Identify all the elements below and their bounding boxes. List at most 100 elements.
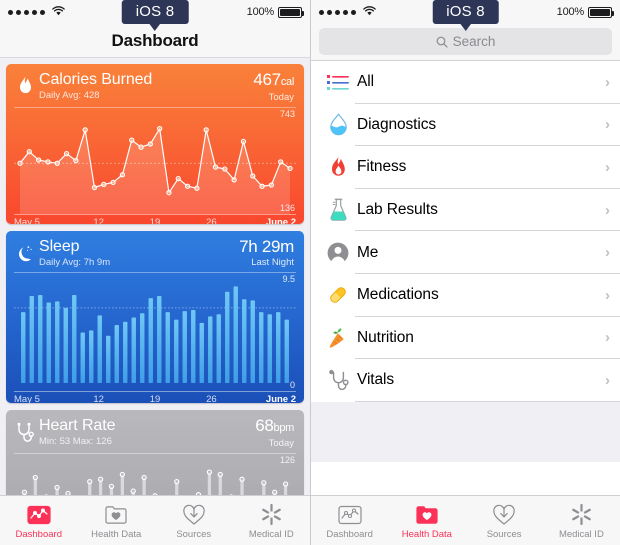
card-subtitle: Daily Avg: 428 <box>39 90 100 101</box>
flame-icon <box>14 71 36 101</box>
list-item[interactable]: Vitals › <box>311 359 620 402</box>
card-title: Sleep <box>39 238 80 255</box>
list-bullets-icon <box>323 73 353 91</box>
battery-area: 100% <box>557 6 614 18</box>
download-heart-icon <box>466 502 543 528</box>
folder-heart-icon <box>78 502 156 528</box>
tab-label: Health Data <box>91 528 142 540</box>
dashboard-screen: 100% iOS 8 Dashboard Calories Burned Dai… <box>0 0 310 545</box>
signal-dot <box>327 9 332 15</box>
tab-label: Dashboard <box>326 528 373 540</box>
calories-line-svg <box>14 125 296 214</box>
card-header: Sleep Daily Avg: 7h 9m 7h 29m Last Night <box>6 231 304 269</box>
battery-full-icon <box>278 6 304 18</box>
stethoscope-icon <box>14 417 36 447</box>
signal-dot <box>8 9 13 15</box>
list-item[interactable]: Medications › <box>311 274 620 317</box>
list-item-label: Diagnostics <box>357 115 437 133</box>
list-item-label: Me <box>357 243 379 261</box>
heart-chart: 126 <box>6 454 304 495</box>
list-item-label: Lab Results <box>357 201 438 219</box>
chart-max-label: 743 <box>279 109 295 119</box>
card-title-group: Calories Burned Daily Avg: 428 <box>39 71 253 102</box>
flask-icon <box>323 198 353 222</box>
card-value: 68 <box>255 416 274 435</box>
axis-tick: May 5 <box>14 394 40 403</box>
tab-medical-id[interactable]: Medical ID <box>233 502 311 540</box>
axis-tick: 26 <box>206 217 217 224</box>
tab-label: Medical ID <box>248 528 294 540</box>
list-item[interactable]: All › <box>311 61 620 104</box>
list-item[interactable]: Lab Results › <box>311 189 620 232</box>
axis-tick: 19 <box>149 394 161 403</box>
chevron-right-icon: › <box>605 371 610 389</box>
signal-dot <box>351 9 356 15</box>
card-calories-burned[interactable]: Calories Burned Daily Avg: 428 467cal To… <box>6 64 304 224</box>
sleep-axis-labels: May 5 12 19 26 June 2 <box>6 392 304 403</box>
list-item[interactable]: Fitness › <box>311 146 620 189</box>
signal-dot <box>16 9 21 15</box>
axis-tick: 26 <box>206 394 217 403</box>
tab-sources[interactable]: Sources <box>155 502 233 540</box>
list-item-label: Vitals <box>357 371 395 389</box>
list-item[interactable]: Diagnostics › <box>311 104 620 147</box>
card-timeframe: Today <box>268 438 294 449</box>
tab-label: Sources <box>486 528 522 540</box>
pill-icon <box>323 284 353 306</box>
tab-bar: Dashboard Health Data Sources Medical ID <box>0 495 310 545</box>
tab-dashboard[interactable]: Dashboard <box>311 502 388 540</box>
list-item-label: Nutrition <box>357 328 414 346</box>
flame-icon <box>323 156 353 179</box>
axis-tick: 12 <box>93 217 104 224</box>
axis-tick: June 2 <box>265 394 297 403</box>
axis-tick: 12 <box>93 394 104 403</box>
axis-tick: May 5 <box>14 217 40 224</box>
search-placeholder: Search <box>452 34 496 49</box>
sleep-chart: 9.5 0 <box>6 273 304 391</box>
signal-dot <box>335 9 340 15</box>
ios8-badge: iOS 8 <box>121 0 189 31</box>
signal-dot <box>32 9 37 15</box>
moon-icon <box>14 238 36 268</box>
chevron-right-icon: › <box>605 244 610 262</box>
list-item-label: Medications <box>357 286 439 304</box>
signal-dot <box>343 9 348 15</box>
axis-tick: 19 <box>149 217 161 224</box>
card-subtitle: Min: 53 Max: 126 <box>39 436 112 447</box>
chart-max-label: 126 <box>279 455 295 465</box>
chevron-right-icon: › <box>605 116 610 134</box>
list-item[interactable]: Nutrition › <box>311 317 620 360</box>
signal-dot <box>40 9 45 15</box>
tab-label: Sources <box>176 528 212 540</box>
tab-label: Medical ID <box>558 528 604 540</box>
list-item[interactable]: Me › <box>311 231 620 274</box>
health-categories-list[interactable]: All › Diagnostics › Fitness › Lab Results › Me › M… <box>311 61 620 495</box>
tab-sources[interactable]: Sources <box>466 502 543 540</box>
ios8-badge: iOS 8 <box>432 0 499 31</box>
signal-dot <box>24 9 29 15</box>
tab-health-data[interactable]: Health Data <box>388 502 465 540</box>
chart-min-label: 0 <box>289 380 295 390</box>
folder-heart-icon <box>388 502 465 528</box>
health-data-screen: 100% iOS 8 Search All › Diagnostics › Fitnes… <box>310 0 620 545</box>
tab-dashboard[interactable]: Dashboard <box>0 502 78 540</box>
chart-line-icon <box>0 502 78 528</box>
card-value-group: 7h 29m Last Night <box>239 238 294 269</box>
chart-min-label: 136 <box>279 203 295 213</box>
card-unit: bpm <box>273 422 295 434</box>
signal-strength <box>319 3 376 21</box>
card-header: Calories Burned Daily Avg: 428 467cal To… <box>6 64 304 104</box>
card-unit: cal <box>280 76 294 88</box>
search-input[interactable]: Search <box>319 28 612 55</box>
dashboard-cards-scroll[interactable]: Calories Burned Daily Avg: 428 467cal To… <box>0 58 310 495</box>
tab-health-data[interactable]: Health Data <box>78 502 156 540</box>
download-heart-icon <box>155 502 233 528</box>
battery-full-icon <box>588 6 614 18</box>
card-title-group: Sleep Daily Avg: 7h 9m <box>39 238 239 269</box>
axis-tick: June 2 <box>265 217 297 224</box>
wifi-icon <box>52 3 65 21</box>
chevron-right-icon: › <box>605 201 610 219</box>
card-sleep[interactable]: Sleep Daily Avg: 7h 9m 7h 29m Last Night… <box>6 231 304 403</box>
card-heart-rate[interactable]: Heart Rate Min: 53 Max: 126 68bpm Today … <box>6 410 304 495</box>
tab-medical-id[interactable]: Medical ID <box>543 502 620 540</box>
